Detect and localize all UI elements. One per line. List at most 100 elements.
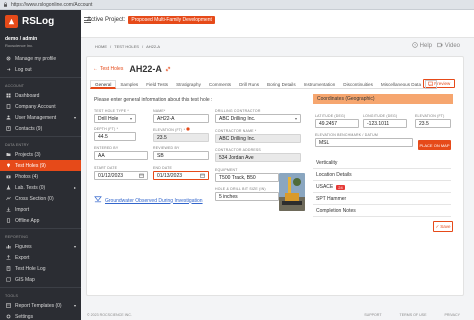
save-button[interactable]: ✓ Save [433,221,453,232]
accordion-label: Verticality [316,160,338,166]
footer-link-support[interactable]: SUPPORT [364,313,381,317]
groundwater-link[interactable]: Groundwater Observed During Investigatio… [94,196,203,205]
hole-bit-size-input[interactable]: 5 inches [215,192,279,201]
sidebar-item-export[interactable]: Export [0,252,81,263]
sidebar: RSLog demo / admin Rocscience Inc. Manag… [0,10,81,320]
tab-field-tests[interactable]: Field Tests [142,80,173,89]
lock-icon [3,2,8,7]
field-label: START DATE [94,166,118,170]
name-field: NAME* AH22-A [153,109,209,123]
info-icon[interactable] [186,127,190,132]
sidebar-item-label: User Management [15,114,57,121]
sidebar-item-offline-app[interactable]: Offline App [0,215,81,226]
browser-address-bar[interactable]: https://www.rslogonline.com/Account [0,0,474,10]
sidebar-item-gis-map[interactable]: GIS Map [0,274,81,285]
tab-stratigraphy[interactable]: Stratigraphy [172,80,205,89]
field-label: EQUIPMENT [215,168,238,172]
tab-general[interactable]: General [90,80,117,89]
sidebar-item-contacts[interactable]: Contacts (9) [0,123,81,134]
footer-link-terms[interactable]: TERMS OF USE [400,313,427,317]
sidebar-item-user-management[interactable]: User Management ▾ [0,112,81,123]
sidebar-item-company-account[interactable]: Company Account [0,101,81,112]
log-icon [6,266,11,271]
accordion-completion-notes[interactable]: Completion Notes [313,206,451,217]
tab-miscellaneous-data[interactable]: Miscellaneous Data [376,80,426,89]
entered-by-input[interactable]: AA [94,151,148,160]
sidebar-item-dashboard[interactable]: Dashboard [0,90,81,101]
sidebar-item-projects[interactable]: Projects (3) [0,149,81,160]
contractor-address-input[interactable]: 534 Jordan Ave [215,153,301,162]
field-value: 23.5 [157,134,167,141]
drilling-contractor-select[interactable]: ABC Drilling Inc. ▾ [215,114,301,123]
field-label: CONTRACTOR NAME * [215,129,257,133]
longitude-input[interactable]: -123.1011 [363,119,407,128]
chevron-down-icon: ▾ [73,115,76,120]
usace-badge: 24 [336,184,345,190]
help-link[interactable]: ? Help [411,42,432,50]
accordion-usace[interactable]: USACE 24 [313,182,451,193]
drill-rig-photo[interactable] [279,173,305,211]
field-value: 23.5 [419,120,429,127]
url-text: https://www.rslogonline.com/Account [11,1,93,8]
brand[interactable]: RSLog [0,10,81,32]
svg-text:?: ? [414,43,416,47]
accordion-location-details[interactable]: Location Details [313,170,451,181]
name-input[interactable]: AH22-A [153,114,209,123]
sidebar-item-photos[interactable]: Photos (4) [0,171,81,182]
footer-link-privacy[interactable]: PRIVACY [444,313,460,317]
back-to-test-holes-link[interactable]: ← Test Holes [93,66,123,72]
tab-more[interactable]: ... [425,80,437,89]
coord-elevation-input[interactable]: 23.5 [415,119,451,128]
elevation-input[interactable]: 23.5 [153,133,209,142]
field-label: LONGITUDE (DEG) [363,114,398,118]
field-label: END DATE [153,166,173,170]
sidebar-item-figures[interactable]: Figures ▾ [0,241,81,252]
sidebar-item-test-hole-log[interactable]: Test Hole Log [0,263,81,274]
tab-samples[interactable]: Samples [116,80,143,89]
breadcrumb-home[interactable]: HOME [95,44,107,49]
field-label: ENTERED BY [94,146,119,150]
sidebar-item-import[interactable]: Import [0,204,81,215]
sidebar-item-settings[interactable]: Settings [0,311,81,320]
latitude-input[interactable]: 49.2457 [315,119,359,128]
contractor-name-field: CONTRACTOR NAME * ABC Drilling Inc. [215,129,301,143]
tab-discontinuities[interactable]: Discontinuities [339,80,377,89]
accordion-verticality[interactable]: Verticality [313,158,451,169]
breadcrumb-test-holes[interactable]: TEST HOLES [114,44,139,49]
tab-instrumentation[interactable]: Instrumentation [299,80,340,89]
link-icon[interactable] [165,64,171,74]
video-link[interactable]: Video [437,42,460,50]
depth-input[interactable]: 44.5 [94,132,136,141]
tab-drill-runs[interactable]: Drill Runs [235,80,264,89]
field-value: 44.5 [98,133,108,140]
chevron-down-icon: ▾ [73,244,76,249]
reviewed-by-input[interactable]: SB [153,151,209,160]
sidebar-section-reporting: REPORTING [5,235,29,239]
field-label: CONTRACTOR ADDRESS [215,148,261,152]
calendar-icon[interactable] [139,173,144,178]
help-label: Help [419,43,432,49]
datum-input[interactable]: MSL [315,138,413,147]
tab-comments[interactable]: Comments [204,80,236,89]
equipment-input[interactable]: T500 Track, B50 [215,173,279,182]
calendar-icon[interactable] [200,173,205,178]
hole-bit-size-field: HOLE & DRILL BIT SIZE (IN) 5 inches [215,187,279,201]
coordinates-header[interactable]: Coordinates (Geographic) [313,94,453,104]
place-on-map-button[interactable]: PLACE ON MAP [418,140,451,150]
sidebar-item-lab-tests[interactable]: Lab. Tests (0) ▸ [0,182,81,193]
accordion-spt-hammer[interactable]: SPT Hammer [313,194,451,205]
sidebar-item-manage-profile[interactable]: Manage my profile [0,53,81,64]
field-label: TEST HOLE TYPE * [94,109,129,113]
sidebar-item-label: Report Templates (0) [15,302,62,309]
tab-boring-details[interactable]: Boring Details [263,80,300,89]
sidebar-item-report-templates[interactable]: Report Templates (0) ▾ [0,300,81,311]
end-date-input[interactable]: 01/13/2023 [153,171,209,180]
sidebar-item-cross-section[interactable]: Cross Section (0) [0,193,81,204]
sidebar-item-log-out[interactable]: Log out [0,64,81,75]
test-hole-type-select[interactable]: Drill Hole ▾ [94,114,136,123]
start-date-input[interactable]: 01/12/2023 [94,171,148,180]
contractor-name-input[interactable]: ABC Drilling Inc. [215,134,301,143]
active-project-badge[interactable]: Proposed Multi-Family Development [128,16,215,24]
arrow-left-icon: ← [93,66,98,72]
sidebar-item-test-holes[interactable]: Test Holes (9) [0,160,81,171]
